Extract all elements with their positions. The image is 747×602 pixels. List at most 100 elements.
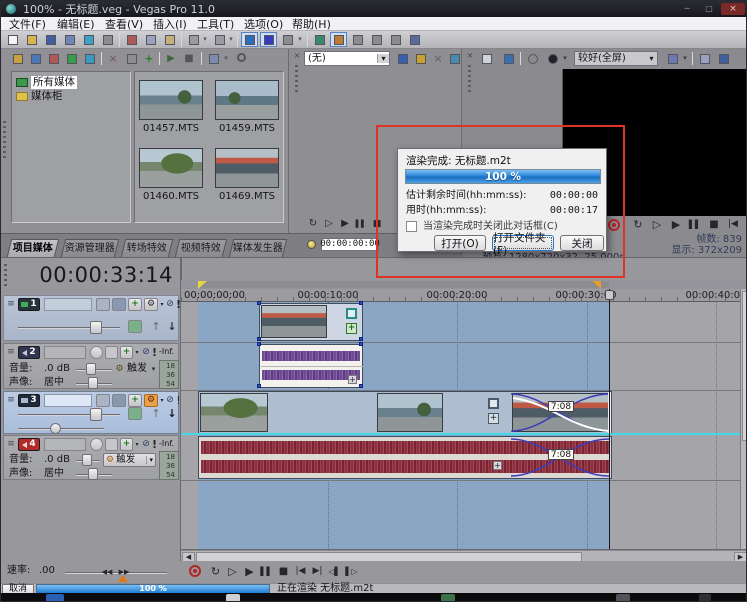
track-name-field[interactable]	[44, 394, 92, 407]
timeline-vertical-scrollbar[interactable]	[740, 289, 747, 549]
timeline-timecode-display[interactable]: 00:00:33:14	[15, 263, 173, 288]
scrub-back-icon[interactable]: ◀◀	[99, 566, 115, 578]
preview-pause-button[interactable]: ▌▌	[687, 217, 703, 232]
copy-snapshot-icon[interactable]	[696, 51, 713, 66]
taskbar-item[interactable]	[226, 594, 240, 602]
bypass-motion-blur-icon[interactable]	[128, 320, 142, 333]
track-motion-icon[interactable]	[96, 298, 110, 311]
track-name-field[interactable]	[44, 346, 86, 359]
make-composited-parent-icon[interactable]: ↓	[166, 407, 178, 420]
media-clip-thumbnail[interactable]	[139, 148, 203, 188]
trimmer-preset-dropdown[interactable]: (无) ▾	[304, 51, 390, 66]
auto-ripple-icon[interactable]	[349, 32, 366, 47]
menu-options[interactable]: 选项(O)	[244, 18, 283, 31]
loop-playback-button[interactable]: ↻	[208, 564, 223, 579]
media-file-properties-icon[interactable]	[123, 51, 140, 66]
views-dropdown-icon[interactable]: ▾	[222, 53, 230, 64]
device-explorer-icon[interactable]	[81, 51, 98, 66]
audio-meter[interactable]: 18 36 54	[159, 360, 179, 389]
rate-marker[interactable]	[118, 575, 128, 582]
trimmer-fx-icon[interactable]	[412, 51, 429, 66]
taskbar-item[interactable]	[441, 594, 455, 602]
menu-help[interactable]: 帮助(H)	[292, 18, 331, 31]
trimmer-pause-button[interactable]: ▌▌	[354, 217, 368, 231]
previous-frame-button[interactable]: ◁▌	[327, 564, 342, 579]
event-pan-crop-icon[interactable]	[488, 398, 499, 409]
play-button[interactable]: ▶	[242, 564, 257, 579]
fade-to-color-slider[interactable]	[18, 428, 104, 430]
preview-play-icon[interactable]: ▶	[163, 51, 179, 66]
preview-play-from-start-button[interactable]: ▷	[649, 217, 665, 232]
audio-meter[interactable]: 18 36 54	[159, 451, 179, 480]
taskbar[interactable]	[1, 593, 747, 602]
views-icon[interactable]	[205, 51, 222, 66]
menu-tools[interactable]: 工具(T)	[197, 18, 234, 31]
preview-stop-icon[interactable]: ■	[181, 51, 197, 66]
track-fx-icon[interactable]: +	[128, 394, 142, 407]
preview-stop-button[interactable]: ■	[706, 217, 722, 232]
panel-close-icon[interactable]: ×	[292, 51, 302, 61]
project-properties-icon[interactable]	[99, 32, 116, 47]
tab-transitions[interactable]: 转场特效	[121, 239, 173, 257]
pan-slider-thumb[interactable]	[88, 377, 98, 389]
stop-button[interactable]: ■	[276, 564, 291, 579]
sync-cursor-icon[interactable]	[307, 240, 316, 249]
menu-edit[interactable]: 编辑(E)	[57, 18, 95, 31]
timeline-event-video-1[interactable]: +	[259, 303, 363, 341]
maximize-button[interactable]: □	[699, 3, 719, 15]
ignore-event-grouping-icon[interactable]	[387, 32, 404, 47]
external-monitor-icon[interactable]	[500, 51, 517, 66]
track-header-audio-2[interactable]: ≡ 2 + ▾ ⊘ ! -Inf. 音量: .0 dB ⚙ 触发 ▾ 声像: 居…	[3, 343, 179, 389]
trimmer-play-from-start-button[interactable]: ▷	[322, 217, 336, 231]
enable-snapping-icon[interactable]	[330, 32, 347, 47]
menu-insert[interactable]: 插入(I)	[153, 18, 187, 31]
track-phase-icon[interactable]	[90, 438, 103, 451]
preview-go-start-button[interactable]: |◀	[725, 217, 741, 232]
go-to-start-button[interactable]: |◀	[293, 564, 308, 579]
trimmer-play-button[interactable]: ▶	[338, 217, 352, 231]
next-frame-button[interactable]: ▌▷	[344, 564, 359, 579]
go-to-end-button[interactable]: ▶|	[310, 564, 325, 579]
tool-dropdown-icon[interactable]: ▾	[296, 34, 304, 45]
play-from-start-button[interactable]: ▷	[225, 564, 240, 579]
normal-edit-tool-icon[interactable]	[241, 32, 258, 47]
taskbar-item[interactable]	[616, 594, 630, 602]
trimmer-timecode-field[interactable]: 00:00:00:00	[321, 238, 379, 251]
track-drag-handle-icon[interactable]: ≡	[6, 438, 16, 450]
track-header-video-1[interactable]: ≡ 1 + ⚙ ▾ ⊘ ! ↑ ↓	[3, 295, 179, 341]
timeline-event-audio-2[interactable]: +	[259, 344, 363, 388]
zoom-edit-tool-icon[interactable]	[311, 32, 328, 47]
tab-video-fx[interactable]: 视频特效	[175, 239, 227, 257]
media-clip-thumbnail[interactable]	[215, 148, 279, 188]
playhead-line[interactable]	[609, 289, 610, 549]
track-solo-icon[interactable]: !	[151, 346, 158, 359]
undo-icon[interactable]	[185, 32, 202, 47]
tab-media-generators[interactable]: 媒体发生器	[229, 239, 287, 257]
record-button[interactable]	[189, 565, 201, 577]
undo-dropdown-icon[interactable]: ▾	[201, 34, 209, 45]
save-project-icon[interactable]	[42, 32, 59, 47]
fade-slider-thumb[interactable]	[50, 423, 61, 434]
track-automation-gear-icon[interactable]: ⚙	[144, 394, 158, 407]
track-envelope-icon[interactable]	[105, 346, 118, 359]
cut-icon[interactable]	[123, 32, 140, 47]
track-fx-icon[interactable]: +	[120, 346, 133, 359]
level-slider-thumb[interactable]	[90, 408, 102, 421]
track-mute-icon[interactable]: ⊘	[141, 346, 151, 359]
media-properties-icon[interactable]	[9, 51, 26, 66]
lock-envelopes-icon[interactable]	[368, 32, 385, 47]
panel-close-icon[interactable]: ×	[465, 51, 475, 61]
selection-edit-tool-icon[interactable]	[279, 32, 296, 47]
event-fx-icon[interactable]: +	[346, 323, 357, 334]
taskbar-item[interactable]	[46, 594, 64, 602]
fx-dropdown-icon[interactable]: ▾	[134, 440, 140, 450]
tree-item-all-media[interactable]: 所有媒体	[16, 76, 77, 89]
make-composited-child-icon[interactable]: ↑	[150, 320, 162, 333]
preview-play-button[interactable]: ▶	[668, 217, 684, 232]
copy-icon[interactable]	[142, 32, 159, 47]
timeline-event-video-3[interactable]: + 7:08	[198, 391, 612, 434]
minimize-button[interactable]: ─	[677, 3, 697, 15]
redo-icon[interactable]	[211, 32, 228, 47]
make-composited-parent-icon[interactable]: ↓	[166, 320, 178, 333]
track-name-field[interactable]	[44, 438, 86, 451]
